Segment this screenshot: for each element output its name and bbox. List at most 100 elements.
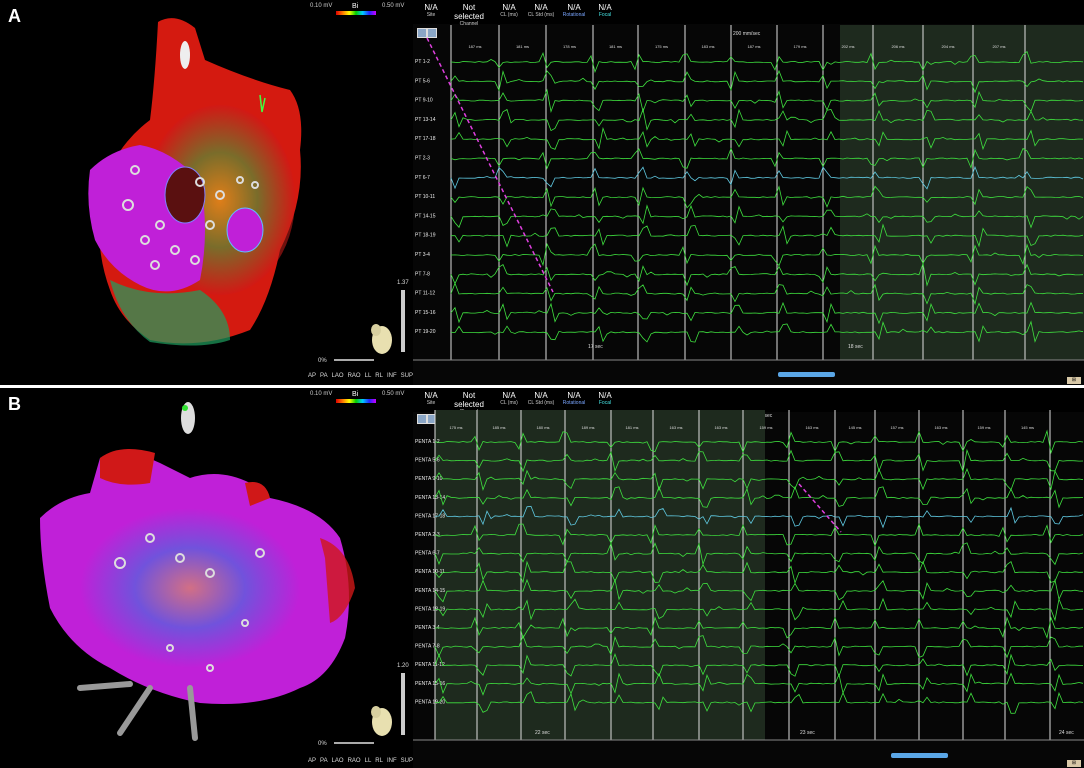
cycle-length-label: 180 ms [536, 425, 549, 430]
cycle-length-label: 179 ms [793, 44, 806, 49]
corner-button[interactable]: ⊞ [1067, 760, 1081, 767]
zoom-ratio: 1.37 [397, 280, 409, 286]
zoom-bar[interactable]: 0% [318, 358, 375, 364]
channel-label: PT 3-4 [415, 252, 430, 258]
channel-label: PT 1-2 [415, 59, 430, 65]
channel-label: PT 18-19 [415, 233, 436, 239]
corner-button[interactable]: ⊞ [1067, 377, 1081, 384]
cycle-length-label: 187 ms [468, 44, 481, 49]
cycle-length-label: 175 ms [449, 425, 462, 430]
panel-letter: A [8, 6, 21, 26]
view-sup[interactable]: SUP [401, 373, 413, 379]
cycle-length-label: 206 ms [891, 44, 904, 49]
view-sup[interactable]: SUP [401, 758, 413, 764]
scale-max: 0.50 mV [382, 3, 405, 9]
cycle-length-label: 163 ms [714, 425, 727, 430]
cycle-length-label: 204 ms [941, 44, 954, 49]
propagation-annotation [426, 37, 554, 293]
shaded-region [840, 25, 1084, 360]
timeline-scrollbar[interactable] [778, 372, 835, 377]
cycle-length-label: 189 ms [581, 425, 594, 430]
view-lao[interactable]: LAO [332, 373, 344, 379]
timeline-scrollbar[interactable] [891, 753, 948, 758]
channel-label: PENTA 14-15 [415, 588, 445, 594]
view-inf[interactable]: INF [387, 758, 397, 764]
channel-label: PT 17-18 [415, 136, 436, 142]
cycle-length-label: 163 ms [669, 425, 682, 430]
color-gradient [336, 399, 376, 403]
view-inf[interactable]: INF [387, 373, 397, 379]
color-gradient [336, 11, 376, 15]
channel-label: PT 19-20 [415, 329, 436, 335]
cycle-length-label: 163 ms [934, 425, 947, 430]
channel-label: PT 6-7 [415, 175, 430, 181]
voltage-scale-bar: 0.10 mV Bi 0.50 mV [300, 3, 410, 21]
view-lao[interactable]: LAO [332, 758, 344, 764]
channel-label: PENTA 10-11 [415, 569, 445, 575]
channel-label: PENTA 18-19 [415, 606, 445, 612]
view-pa[interactable]: PA [320, 373, 328, 379]
view-ll[interactable]: LL [365, 758, 372, 764]
cycle-length-label: 181 ms [609, 44, 622, 49]
time-label-17: 17 sec [588, 344, 603, 350]
channel-label: PENTA 17-18 [415, 513, 445, 519]
time-label-23: 23 sec [800, 730, 815, 736]
channel-label: PT 15-16 [415, 310, 436, 316]
voltage-scale-bar: 0.10 mV Bi 0.50 mV [300, 391, 410, 409]
panel-letter: B [8, 394, 21, 414]
zoom-slider-vertical[interactable] [401, 290, 405, 352]
scale-type: Bi [352, 391, 359, 398]
channel-label: PT 2-3 [415, 156, 430, 162]
zoom-bar[interactable]: 0% [318, 741, 375, 747]
time-label-18: 18 sec [848, 344, 863, 350]
zoom-slider-vertical[interactable] [401, 673, 405, 735]
electrogram-panel: N/ASite Not selectedChannel N/ACL (ms) N… [413, 0, 1084, 385]
channel-label: PT 11-12 [415, 291, 435, 297]
view-rao[interactable]: RAO [348, 373, 361, 379]
voltage-map-3d[interactable] [0, 388, 410, 768]
view-ap[interactable]: AP [308, 373, 316, 379]
view-rl[interactable]: RL [375, 758, 383, 764]
panel-b: B 0.10 mV Bi 0.50 mV 1.20 0% AP PA LAO RAO L… [0, 388, 1084, 768]
channel-label: PT 14-15 [415, 213, 436, 219]
zoom-percent: 0% [318, 741, 327, 747]
cycle-length-label: 183 ms [701, 44, 714, 49]
zoom-percent: 0% [318, 358, 327, 364]
channel-label: PT 7-8 [415, 271, 430, 277]
channel-label: PT 9-10 [415, 98, 433, 104]
cycle-length-label: 181 ms [625, 425, 638, 430]
scale-min: 0.10 mV [310, 391, 333, 397]
egm-traces[interactable]: 175 ms 185 ms 180 ms 189 ms 181 ms 163 ms 163 … [413, 388, 1084, 768]
view-ll[interactable]: LL [365, 373, 372, 379]
view-buttons: AP PA LAO RAO LL RL INF SUP [308, 758, 417, 764]
voltage-map-3d[interactable] [0, 0, 410, 385]
cycle-length-label: 178 ms [563, 44, 576, 49]
cycle-length-label: 181 ms [516, 44, 529, 49]
scale-min: 0.10 mV [310, 3, 333, 9]
cycle-length-label: 202 ms [841, 44, 854, 49]
time-label-22: 22 sec [535, 730, 550, 736]
scale-type: Bi [352, 3, 359, 10]
cycle-length-label: 145 ms [1021, 425, 1034, 430]
channel-label: PT 13-14 [415, 117, 436, 123]
view-buttons: AP PA LAO RAO LL RL INF SUP [308, 373, 417, 379]
cycle-length-label: 175 ms [655, 44, 668, 49]
view-rao[interactable]: RAO [348, 758, 361, 764]
view-ap[interactable]: AP [308, 758, 316, 764]
cycle-length-label: 187 ms [747, 44, 760, 49]
egm-traces[interactable]: 187 ms 181 ms 178 ms 181 ms 175 ms 183 ms 187 … [413, 0, 1084, 385]
cycle-length-label: 185 ms [492, 425, 505, 430]
time-label-24: 24 sec [1059, 730, 1074, 736]
zoom-ratio: 1.20 [397, 663, 409, 669]
panel-a: A 0.10 mV Bi 0.50 mV 1.37 0% AP PA LAO RAO L… [0, 0, 1084, 385]
cycle-length-label: 157 ms [890, 425, 903, 430]
scale-max: 0.50 mV [382, 391, 405, 397]
cycle-length-label: 159 ms [977, 425, 990, 430]
channel-label: PENTA 9-10 [415, 476, 443, 482]
channel-label: PT 10-11 [415, 194, 435, 200]
heart-orientation-icon [371, 706, 392, 736]
channel-label: PT 5-6 [415, 78, 430, 84]
cycle-length-label: 163 ms [805, 425, 818, 430]
view-rl[interactable]: RL [375, 373, 383, 379]
view-pa[interactable]: PA [320, 758, 328, 764]
